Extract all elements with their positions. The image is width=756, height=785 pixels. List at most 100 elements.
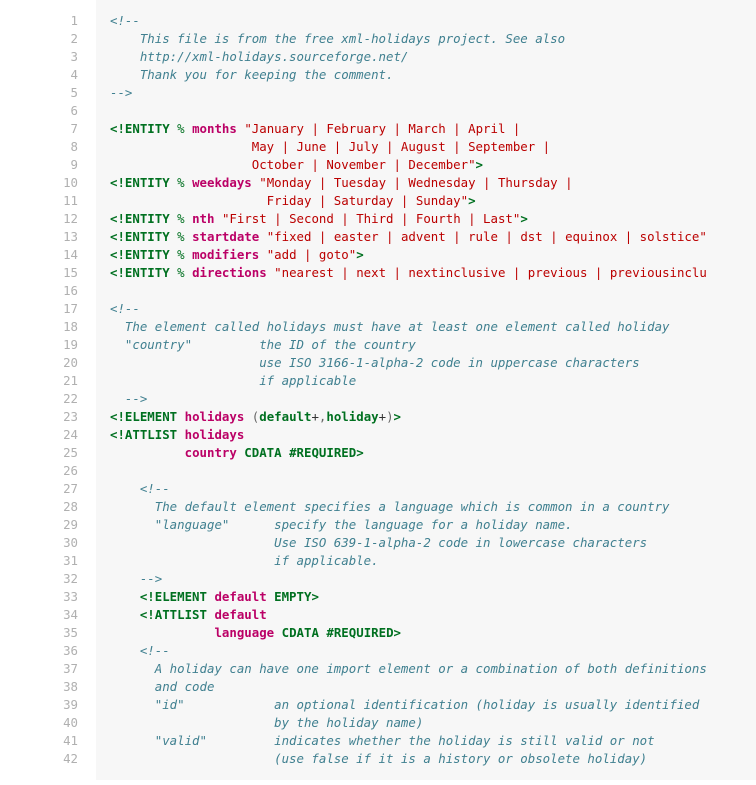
token-pd: % [177,247,184,262]
code-line: <!ELEMENT default EMPTY> [110,588,756,606]
token-kw: > [520,211,527,226]
line-number: 25 [0,444,78,462]
token-nm: nth [192,211,214,226]
code-line: Use ISO 639-1-alpha-2 code in lowercase … [110,534,756,552]
code-line: <!ENTITY % nth "First | Second | Third |… [110,210,756,228]
token-cm: Use ISO 639-1-alpha-2 code in lowercase … [140,535,647,550]
code-line: if applicable. [110,552,756,570]
token-kw: > [394,409,401,424]
token-cm: <!-- [140,643,170,658]
line-number: 27 [0,480,78,498]
token-pl [185,175,192,190]
code-line: <!ENTITY % startdate "fixed | easter | a… [110,228,756,246]
line-number: 19 [0,336,78,354]
token-cm: This file is from the free xml-holidays … [110,31,565,46]
source-pane: <!-- This file is from the free xml-holi… [96,0,756,780]
line-number: 17 [0,300,78,318]
token-kw: <!ATTLIST [110,427,185,442]
token-cm: "id" an optional identification (holiday… [140,697,700,712]
code-line: This file is from the free xml-holidays … [110,30,756,48]
token-cm: <!-- [110,301,140,316]
token-kw: <!ENTITY [110,175,177,190]
line-number: 10 [0,174,78,192]
token-cm: use ISO 3166-1-alpha-2 code in uppercase… [110,355,640,370]
line-number: 29 [0,516,78,534]
line-number: 6 [0,102,78,120]
line-number: 35 [0,624,78,642]
code-line: "country" the ID of the country [110,336,756,354]
code-line: Thank you for keeping the comment. [110,66,756,84]
token-cm: The element called holidays must have at… [110,319,670,334]
token-pd: % [177,121,184,136]
token-kw: > [356,445,363,460]
token-cm: "valid" indicates whether the holiday is… [140,733,655,748]
code-line: <!ATTLIST holidays [110,426,756,444]
line-number: 22 [0,390,78,408]
line-number: 9 [0,156,78,174]
token-kw: <!ATTLIST [140,607,215,622]
token-pl [140,625,215,640]
token-nm: language [214,625,274,640]
token-cm: http://xml-holidays.sourceforge.net/ [110,49,408,64]
code-line: October | November | December"> [110,156,756,174]
code-line: "valid" indicates whether the holiday is… [110,732,756,750]
line-number: 14 [0,246,78,264]
token-cm: and code [140,679,215,694]
code-line: <!-- [110,642,756,660]
token-st: "January | February | March | April | [244,121,520,136]
code-line: <!ENTITY % modifiers "add | goto"> [110,246,756,264]
token-cm: "language" specify the language for a ho… [140,517,573,532]
line-number: 13 [0,228,78,246]
token-cm: if applicable [110,373,356,388]
token-cm: --> [140,571,162,586]
code-line [110,462,756,480]
code-line: <!ELEMENT holidays (default+,holiday+)> [110,408,756,426]
token-pl: + [311,409,318,424]
code-line: The default element specifies a language… [110,498,756,516]
token-cm: <!-- [110,13,140,28]
code-line: <!ATTLIST default [110,606,756,624]
code-line: <!ENTITY % directions "nearest | next | … [110,264,756,282]
token-cm: --> [110,85,132,100]
code-line: "id" an optional identification (holiday… [110,696,756,714]
token-kw: <!ELEMENT [110,409,185,424]
token-kw: <!ENTITY [110,211,177,226]
line-number-gutter: 1234567891011121314151617181920212223242… [0,0,96,780]
line-number: 41 [0,732,78,750]
token-cm: (use false if it is a history or obsolet… [140,751,647,766]
line-number: 24 [0,426,78,444]
line-number: 31 [0,552,78,570]
line-number: 15 [0,264,78,282]
code-line: and code [110,678,756,696]
code-line: <!ENTITY % months "January | February | … [110,120,756,138]
line-number: 30 [0,534,78,552]
code-line: The element called holidays must have at… [110,318,756,336]
token-st: October | November | December" [110,157,476,172]
line-number: 39 [0,696,78,714]
token-pl [185,229,192,244]
token-pl [110,445,185,460]
code-line: A holiday can have one import element or… [110,660,756,678]
token-pd: % [177,265,184,280]
line-number: 32 [0,570,78,588]
token-pl [259,247,266,262]
token-st: May | June | July | August | September | [110,139,550,154]
line-number: 2 [0,30,78,48]
line-number: 36 [0,642,78,660]
token-st: "nearest | next | nextinclusive | previo… [274,265,707,280]
token-nm: weekdays [192,175,252,190]
token-cm: <!-- [140,481,170,496]
token-pl [244,409,251,424]
token-st: "fixed | easter | advent | rule | dst | … [267,229,707,244]
token-nm: country [185,445,237,460]
line-number: 28 [0,498,78,516]
token-pg: ) [386,409,393,424]
token-st2: EMPTY [274,589,311,604]
code-line: "language" specify the language for a ho… [110,516,756,534]
token-st: "First | Second | Third | Fourth | Last" [222,211,520,226]
token-kw: > [476,157,483,172]
line-number: 23 [0,408,78,426]
line-number: 21 [0,372,78,390]
code-line: <!-- [110,480,756,498]
line-number: 34 [0,606,78,624]
